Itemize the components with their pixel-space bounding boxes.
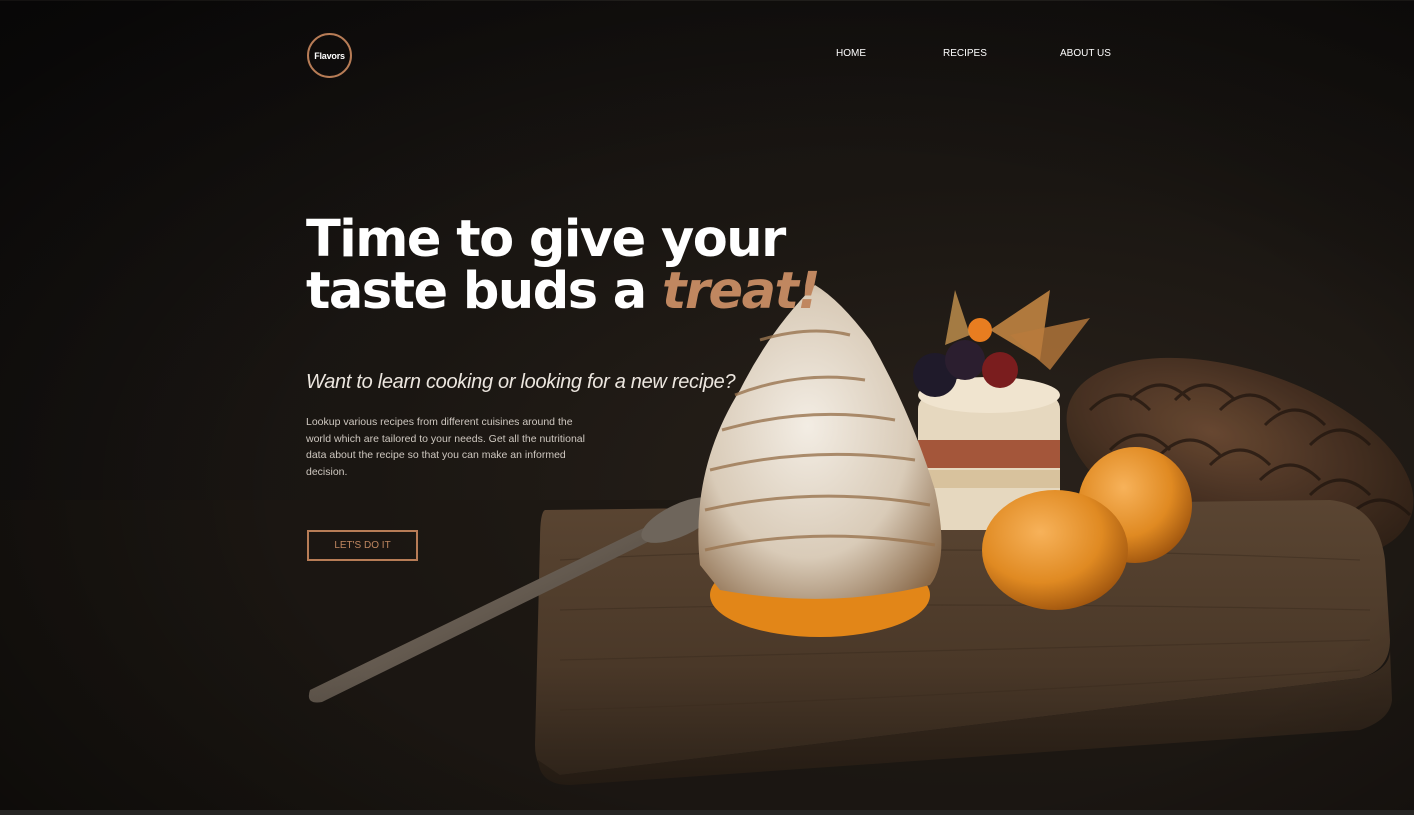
nav-about-us[interactable]: ABOUT US — [1060, 48, 1111, 59]
hero-description: Lookup various recipes from different cu… — [306, 416, 585, 479]
hero-headline: Time to give your taste buds a treat! — [306, 214, 926, 318]
hero-subheadline: Want to learn cooking or looking for a n… — [306, 371, 736, 393]
hero-headline-accent: treat! — [661, 262, 821, 321]
bottom-border — [0, 810, 1414, 815]
brand-logo-text: Flavors — [314, 50, 345, 61]
lets-do-it-button[interactable]: LET'S DO IT — [307, 530, 418, 561]
nav-home[interactable]: HOME — [836, 48, 866, 59]
landing-page: Flavors HOME RECIPES ABOUT US Time to gi… — [0, 0, 1414, 815]
nav-recipes[interactable]: RECIPES — [943, 48, 987, 59]
hero-photo — [0, 0, 1414, 815]
brand-logo[interactable]: Flavors — [307, 33, 352, 78]
